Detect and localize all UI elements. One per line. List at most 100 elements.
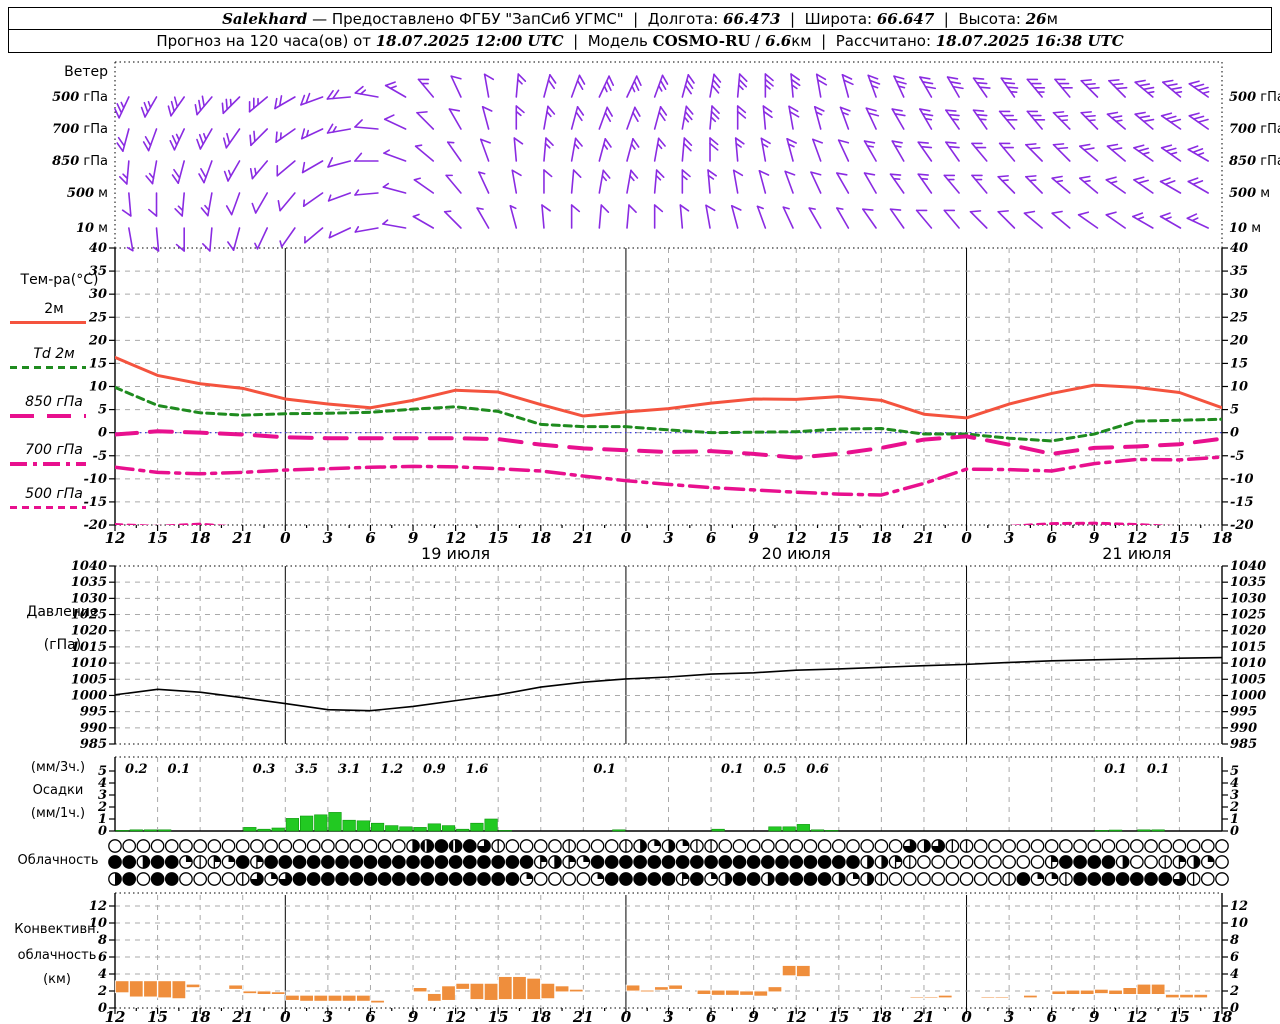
- y-tick-label: 40: [89, 241, 107, 256]
- x-hour-label: 18: [530, 1008, 551, 1024]
- x-hour-label: 18: [1212, 1008, 1233, 1024]
- precip-3h-amount: 1.2: [380, 762, 403, 777]
- x-hour-label: 6: [706, 529, 717, 547]
- x-hour-label: 0: [621, 529, 632, 547]
- y-tick-label: 5: [1230, 403, 1239, 418]
- x-hour-label: 18: [871, 1008, 892, 1024]
- y-tick-label: 8: [1230, 933, 1239, 948]
- y-tick-label: 995: [1230, 705, 1257, 720]
- x-hour-label: 21: [913, 529, 935, 547]
- x-hour-label: 3: [663, 1008, 673, 1024]
- x-hour-label: 6: [365, 529, 376, 547]
- y-tick-label: 1020: [71, 624, 107, 639]
- x-hour-label: 21: [913, 1008, 935, 1024]
- x-hour-label: 9: [408, 529, 419, 547]
- x-hour-label: 18: [190, 1008, 211, 1024]
- precip-3h-amount: 3.1: [338, 762, 361, 777]
- x-hour-label: 21: [231, 529, 253, 547]
- y-tick-label: 35: [89, 264, 107, 279]
- y-tick-label: 10: [89, 380, 107, 395]
- y-tick-label: 8: [98, 933, 107, 948]
- y-tick-label: -15: [84, 495, 108, 510]
- y-tick-label: 1000: [71, 688, 107, 703]
- meteogram-page: { "header": { "line1_parts": [ {"text":"…: [0, 0, 1280, 1024]
- y-tick-label: 1015: [1230, 640, 1266, 655]
- wind-level-label: 850 гПа: [1229, 154, 1280, 169]
- x-hour-label: 3: [323, 529, 333, 547]
- x-hour-label: 9: [748, 529, 759, 547]
- x-hour-label: 15: [488, 529, 509, 547]
- y-tick-label: 20: [88, 333, 107, 348]
- precip-3h-amount: 0.1: [721, 762, 744, 777]
- precip-3h-amount: 0.5: [764, 762, 787, 777]
- x-hour-label: 12: [105, 1008, 126, 1024]
- y-tick-label: -5: [1230, 449, 1244, 464]
- meteogram-chart: 40403535303025252020151510105500-5-5-10-…: [0, 0, 1280, 1024]
- x-hour-label: 15: [828, 529, 849, 547]
- y-tick-label: 0: [98, 824, 107, 839]
- y-tick-label: 1000: [1230, 688, 1266, 703]
- y-tick-label: 20: [1229, 333, 1248, 348]
- wind-level-label: 850 гПа: [52, 154, 108, 169]
- y-tick-label: 35: [1230, 264, 1248, 279]
- x-hour-label: 18: [871, 529, 892, 547]
- precip-3h-amount: 0.3: [253, 762, 276, 777]
- precip-3h-amount: 0.1: [1147, 762, 1170, 777]
- y-tick-label: 12: [89, 899, 107, 914]
- y-tick-label: 0: [98, 426, 107, 441]
- y-tick-label: 12: [1230, 899, 1248, 914]
- y-tick-label: 15: [1230, 356, 1248, 371]
- x-hour-label: 18: [530, 529, 551, 547]
- y-tick-label: 40: [1230, 241, 1248, 256]
- y-tick-label: -10: [1230, 472, 1254, 487]
- x-hour-label: 0: [280, 1008, 291, 1024]
- temperature-line-850 гПа: [115, 431, 1222, 457]
- y-tick-label: 1025: [1230, 608, 1266, 623]
- x-day-label: 20 июля: [762, 544, 831, 563]
- x-hour-label: 18: [1212, 529, 1233, 547]
- y-tick-label: -20: [1230, 518, 1254, 533]
- y-tick-label: 2: [1229, 984, 1239, 999]
- x-hour-label: 3: [663, 529, 673, 547]
- gridlines: [115, 248, 1222, 1008]
- wind-level-label: 10 м: [76, 221, 108, 236]
- x-hour-label: 21: [572, 1008, 594, 1024]
- y-tick-label: 6: [1230, 950, 1239, 965]
- y-tick-label: -5: [93, 449, 107, 464]
- x-hour-label: 3: [323, 1008, 333, 1024]
- y-tick-label: 1020: [1230, 624, 1266, 639]
- y-tick-label: 1015: [71, 640, 107, 655]
- temperature-line-2м: [115, 357, 1222, 417]
- wind-barbs: [115, 74, 1209, 251]
- x-hour-label: 9: [1089, 1008, 1100, 1024]
- y-tick-label: 0: [1230, 824, 1239, 839]
- y-tick-label: 985: [80, 737, 107, 752]
- y-tick-label: 15: [89, 356, 107, 371]
- y-tick-label: 10: [1230, 380, 1248, 395]
- x-hour-label: 15: [147, 1008, 168, 1024]
- x-hour-label: 12: [1126, 1008, 1147, 1024]
- y-tick-label: 1010: [71, 656, 107, 671]
- y-tick-label: 25: [88, 310, 107, 325]
- y-tick-label: 0: [1230, 426, 1239, 441]
- precip-bars: 0.20.10.33.53.11.20.91.60.10.10.50.60.10…: [116, 762, 1170, 831]
- precip-3h-amount: 1.6: [466, 762, 489, 777]
- x-hour-label: 3: [1004, 529, 1014, 547]
- x-hour-label: 12: [445, 1008, 466, 1024]
- y-tick-label: 6: [98, 950, 107, 965]
- wind-level-label: 10 м: [1229, 221, 1261, 236]
- wind-level-label: 500 гПа: [1229, 90, 1280, 105]
- y-tick-label: 1030: [71, 591, 107, 606]
- y-tick-label: 10: [1230, 916, 1248, 931]
- pressure-series: [115, 658, 1222, 711]
- wind-level-label: 500 м: [1229, 186, 1270, 201]
- wind-level-label: 700 гПа: [1229, 122, 1280, 137]
- precip-3h-amount: 0.9: [423, 762, 446, 777]
- y-tick-label: 1040: [71, 559, 107, 574]
- x-hour-label: 15: [828, 1008, 849, 1024]
- wind-level-labels: 500 гПа500 гПа700 гПа700 гПа850 гПа850 г…: [52, 90, 1280, 236]
- x-hour-label: 3: [1004, 1008, 1014, 1024]
- precip-3h-amount: 0.2: [125, 762, 148, 777]
- y-tick-label: 4: [1230, 967, 1239, 982]
- y-tick-label: 5: [98, 403, 107, 418]
